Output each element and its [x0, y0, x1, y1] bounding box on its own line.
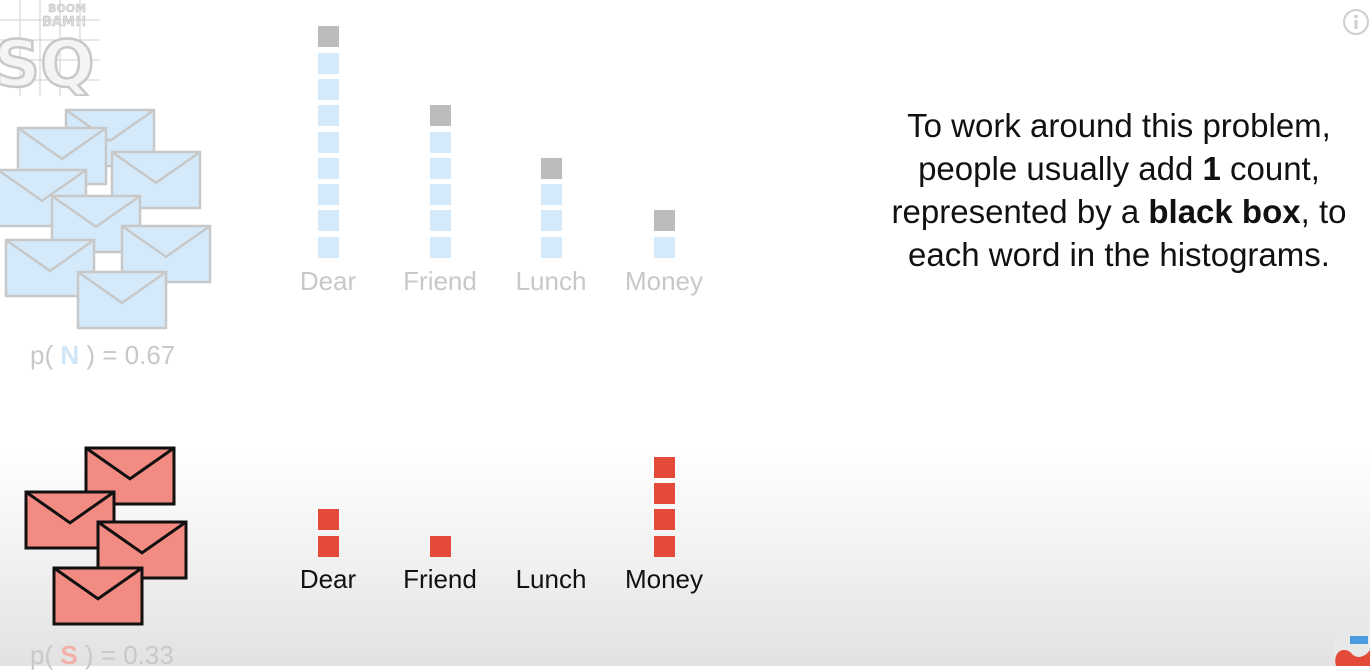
spam-count-box	[654, 535, 675, 557]
normal-count-box	[318, 52, 339, 74]
normal-count-box	[318, 105, 339, 127]
spam-envelope-icon	[52, 566, 144, 626]
normal-word-label: Lunch	[515, 266, 587, 296]
normal-word-label: Money	[624, 266, 704, 296]
normal-count-box	[430, 236, 451, 258]
added-count-box	[318, 26, 339, 48]
spam-count-box	[654, 509, 675, 531]
logo-sq-text: SQ!	[0, 28, 100, 96]
caption-bold-1: 1	[1202, 150, 1221, 187]
caption-bold-2: black box	[1148, 193, 1301, 230]
normal-envelope-stack	[0, 108, 212, 330]
added-count-box	[541, 157, 562, 179]
normal-count-box	[318, 157, 339, 179]
normal-count-box	[430, 210, 451, 232]
spam-word-label: Money	[624, 564, 704, 594]
normal-count-box	[318, 184, 339, 206]
statquest-logo-small	[1334, 632, 1370, 666]
normal-envelope-icon	[76, 270, 168, 330]
normal-word-label: Dear	[299, 266, 357, 296]
normal-prob-prefix: p(	[30, 340, 61, 370]
spam-word-label: Dear	[299, 564, 357, 594]
normal-count-box	[318, 236, 339, 258]
normal-prob-suffix: ) = 0.67	[79, 340, 176, 370]
normal-count-box	[430, 157, 451, 179]
spam-probability: p( S ) = 0.33	[30, 640, 174, 671]
spam-word-label: Lunch	[515, 564, 587, 594]
normal-class-letter: N	[60, 340, 80, 370]
added-count-box	[430, 105, 451, 127]
normal-count-box	[654, 236, 675, 258]
normal-word-label: Friend	[403, 266, 477, 296]
spam-count-box	[318, 509, 339, 531]
normal-count-box	[430, 184, 451, 206]
spam-word-label: Friend	[403, 564, 477, 594]
logo-boom-text: BOOM	[48, 2, 86, 15]
normal-count-box	[541, 210, 562, 232]
spam-envelope-stack	[24, 446, 188, 626]
normal-count-box	[430, 131, 451, 153]
spam-count-box	[654, 456, 675, 478]
added-count-box	[654, 210, 675, 232]
normal-count-box	[318, 210, 339, 232]
normal-probability: p( N ) = 0.67	[30, 340, 175, 371]
normal-count-box	[318, 78, 339, 100]
info-icon[interactable]	[1342, 8, 1370, 36]
caption-text: To work around this problem, people usua…	[888, 104, 1350, 276]
statquest-logo: BOOM BAM!! SQ!	[0, 0, 100, 96]
normal-count-box	[541, 236, 562, 258]
spam-count-box	[430, 535, 451, 557]
normal-count-box	[318, 131, 339, 153]
normal-count-box	[541, 184, 562, 206]
spam-count-box	[318, 535, 339, 557]
spam-count-box	[654, 483, 675, 505]
